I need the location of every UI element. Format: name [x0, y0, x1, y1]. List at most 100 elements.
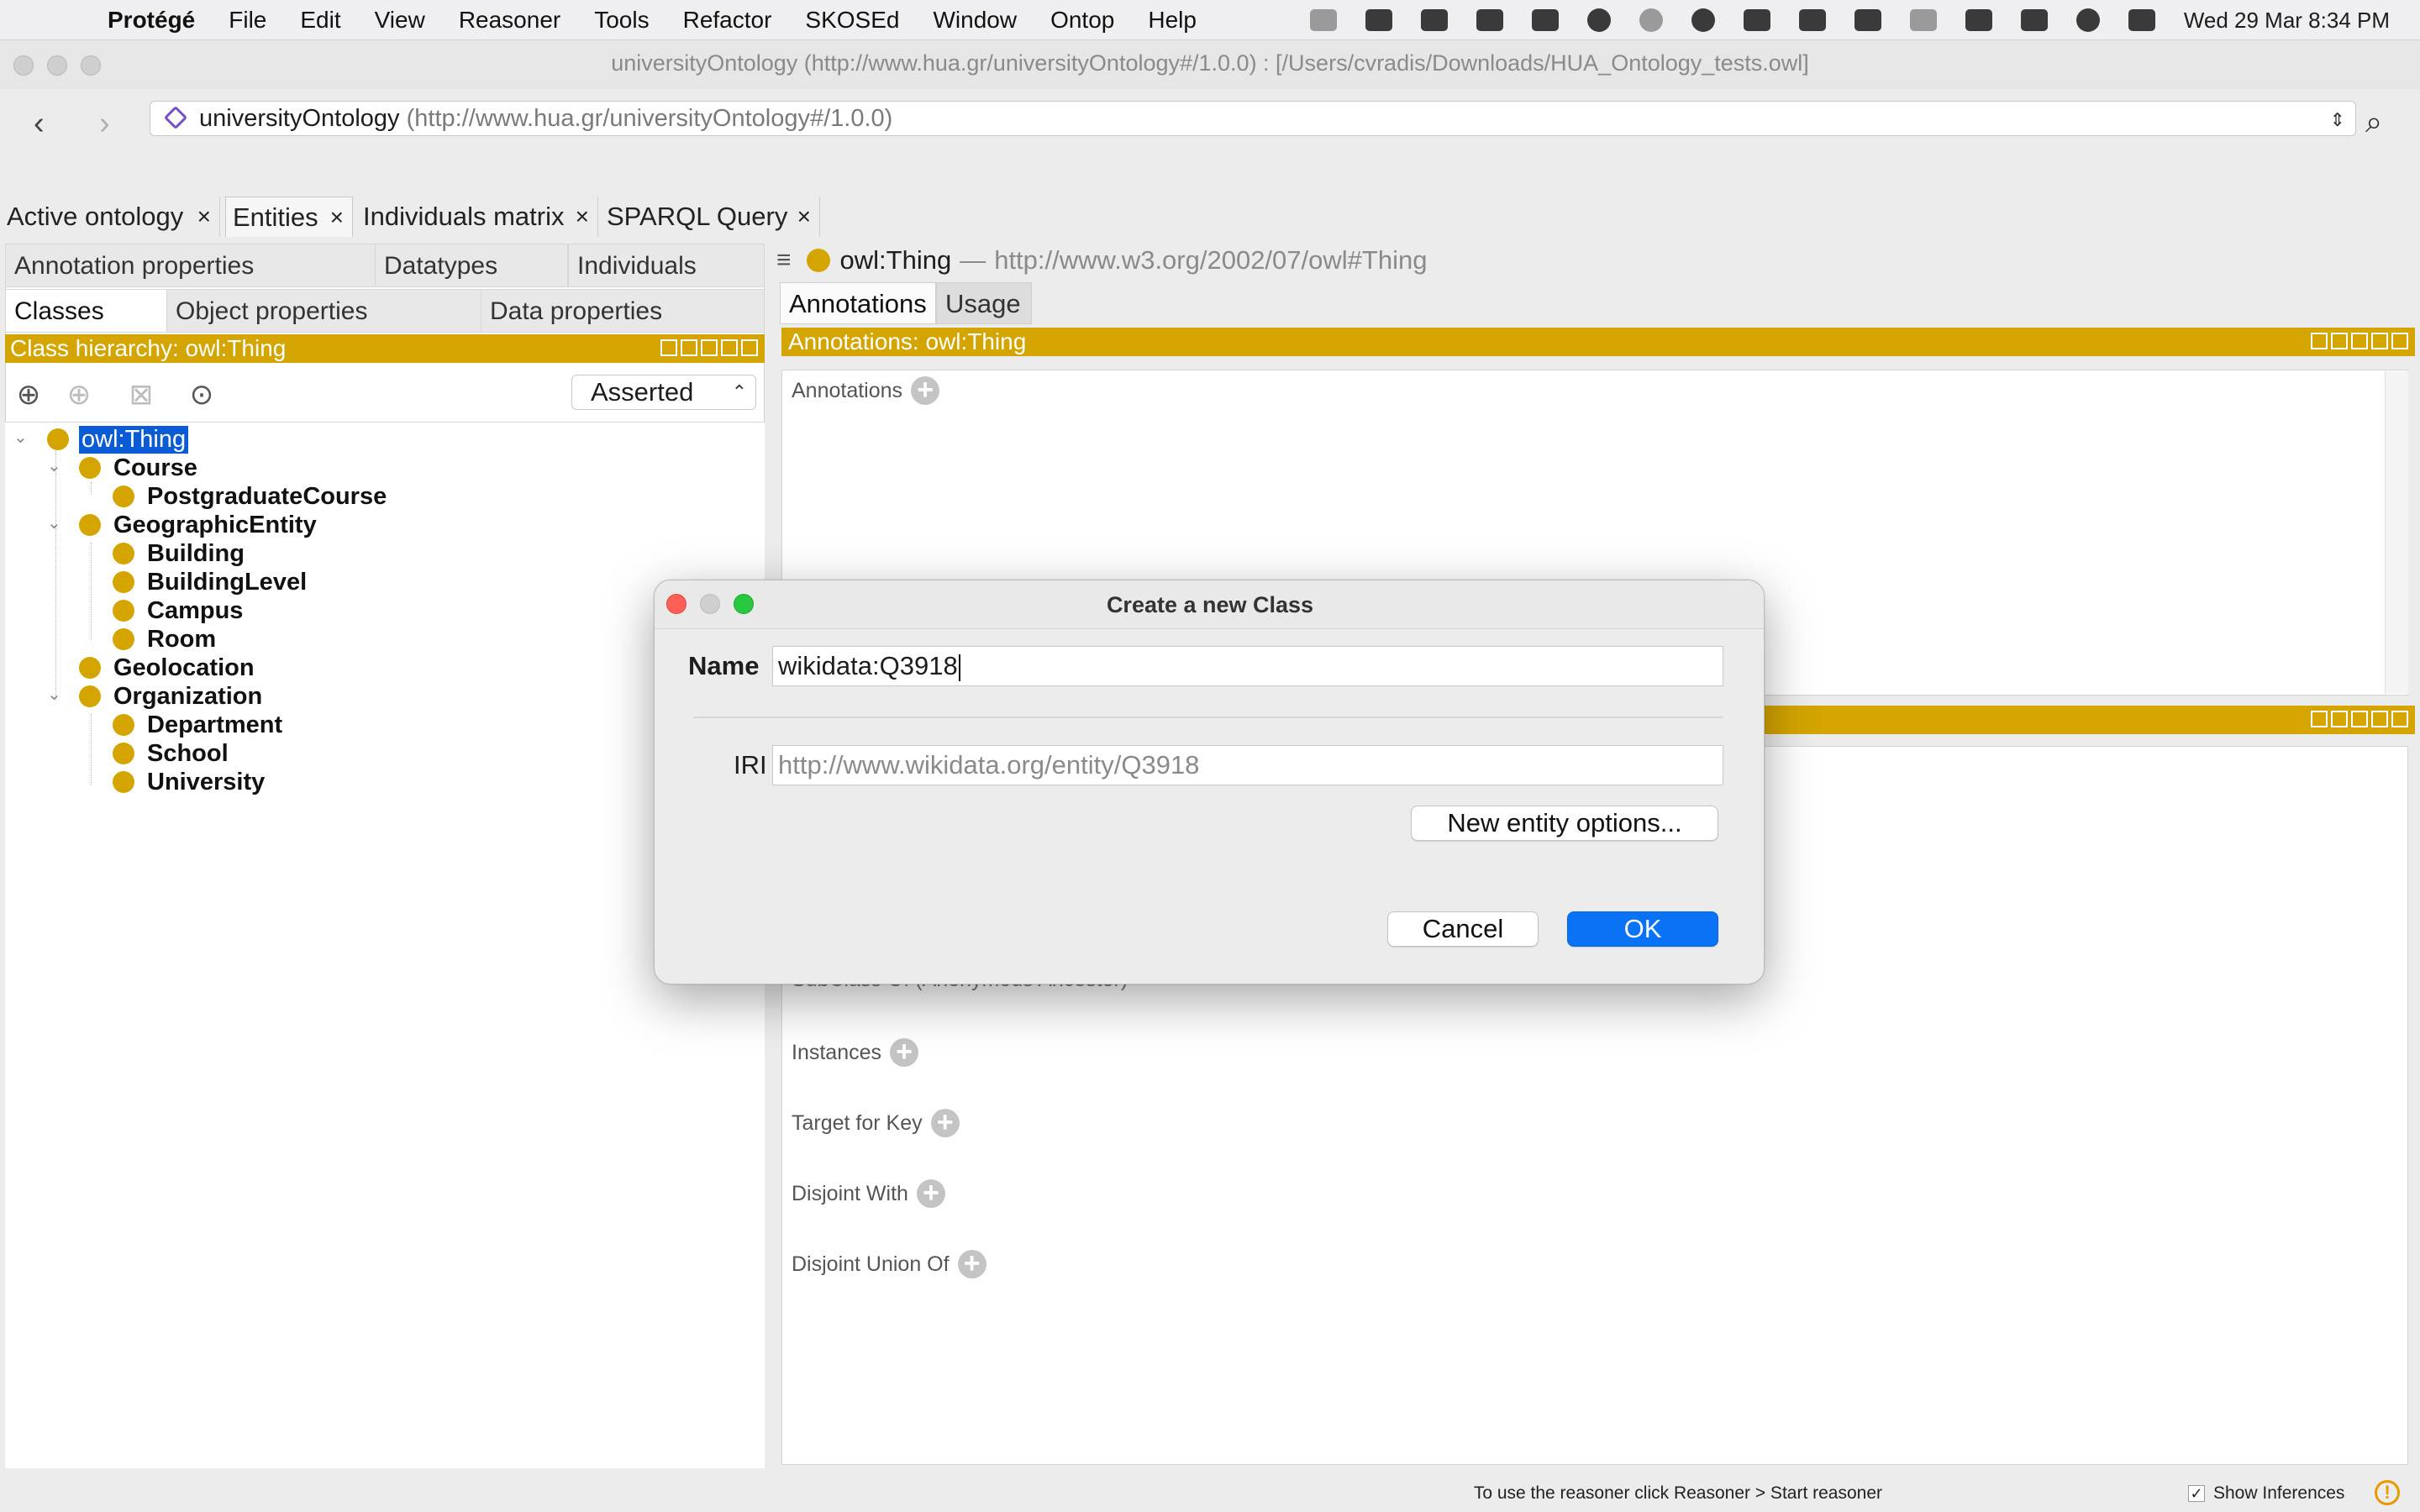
forward-arrow-icon[interactable]: ›	[99, 106, 110, 142]
moon-icon[interactable]	[1691, 8, 1715, 32]
tab-individuals-matrix[interactable]: Individuals matrix ×	[356, 197, 598, 237]
annotations-scrollbar[interactable]	[2385, 371, 2408, 694]
tree-node-course[interactable]: Course	[79, 454, 200, 482]
input-source-icon[interactable]	[1854, 9, 1881, 31]
close-icon[interactable]: ×	[330, 197, 344, 238]
warning-icon[interactable]: !	[2375, 1480, 2400, 1505]
split-icon[interactable]	[2331, 333, 2348, 349]
spotlight-icon[interactable]	[2075, 8, 2100, 32]
chevron-down-icon[interactable]: ⌄	[47, 684, 61, 705]
minimize-icon[interactable]	[2351, 333, 2368, 349]
menu-file[interactable]: File	[212, 7, 283, 34]
tree-node-room[interactable]: Room	[113, 625, 218, 654]
tab-annotations[interactable]: Annotations	[780, 282, 936, 324]
class-iri-field[interactable]: http://www.wikidata.org/entity/Q3918	[772, 745, 1723, 785]
layout-icon[interactable]	[1420, 9, 1448, 31]
accessibility-icon[interactable]	[1586, 8, 1611, 32]
bluetooth-icon[interactable]	[1798, 9, 1826, 31]
help-icon[interactable]	[2311, 333, 2328, 349]
headphones-icon[interactable]	[1476, 9, 1503, 31]
checkbox[interactable]: ✓	[2188, 1485, 2205, 1502]
tab-annotation-properties[interactable]: Annotation properties	[5, 244, 378, 287]
menu-help[interactable]: Help	[1131, 7, 1213, 34]
tree-node-school[interactable]: School	[113, 739, 231, 768]
tree-node-postgraduatecourse[interactable]: PostgraduateCourse	[113, 482, 389, 511]
split-icon[interactable]	[2331, 711, 2348, 727]
close-icon[interactable]: ×	[797, 197, 811, 237]
ontology-selector[interactable]: universityOntology (http://www.hua.gr/un…	[150, 101, 2356, 136]
help-icon[interactable]	[660, 339, 677, 356]
control-center-icon[interactable]	[2128, 9, 2155, 31]
minimize-icon[interactable]	[701, 339, 718, 356]
ok-button[interactable]: OK	[1567, 911, 1718, 947]
close-view-icon[interactable]	[741, 339, 758, 356]
tab-classes[interactable]: Classes	[5, 289, 168, 333]
maximize-icon[interactable]	[2371, 711, 2388, 727]
help-icon[interactable]	[2311, 711, 2328, 727]
tab-active-ontology[interactable]: Active ontology ×	[0, 197, 220, 237]
tree-node-building[interactable]: Building	[113, 539, 247, 568]
battery-icon[interactable]	[1965, 9, 1992, 31]
chevron-down-icon[interactable]: ⌄	[47, 455, 61, 476]
tree-node-department[interactable]: Department	[113, 711, 285, 739]
close-icon[interactable]: ×	[197, 197, 211, 237]
wifi-icon[interactable]	[2020, 9, 2048, 31]
maximize-icon[interactable]	[721, 339, 738, 356]
close-view-icon[interactable]	[2391, 711, 2408, 727]
tab-entities[interactable]: Entities ×	[225, 197, 353, 237]
maximize-icon[interactable]	[2371, 333, 2388, 349]
hamburger-menu-icon[interactable]: ≡	[776, 246, 792, 275]
back-arrow-icon[interactable]: ‹	[34, 106, 45, 142]
add-instance-button[interactable]: +	[890, 1037, 919, 1067]
tree-node-university[interactable]: University	[113, 768, 267, 796]
menu-tools[interactable]: Tools	[577, 7, 666, 34]
hierarchy-mode-select[interactable]: Asserted ⌃⌄	[571, 375, 756, 436]
menu-window[interactable]: Window	[916, 7, 1034, 34]
split-icon[interactable]	[681, 339, 697, 356]
tab-object-properties[interactable]: Object properties	[166, 289, 482, 333]
tree-node-buildinglevel[interactable]: BuildingLevel	[113, 568, 309, 596]
clock[interactable]: Wed 29 Mar 8:34 PM	[2184, 8, 2390, 34]
tab-individuals[interactable]: Individuals	[568, 244, 765, 287]
close-icon[interactable]: ×	[576, 197, 589, 237]
airdrop-icon[interactable]	[1639, 8, 1663, 32]
add-annotation-button[interactable]: +	[911, 375, 940, 405]
show-inferences-toggle[interactable]: ✓ Show Inferences	[2188, 1483, 2344, 1504]
elephant-icon[interactable]	[1531, 9, 1559, 31]
brightness-icon[interactable]	[1909, 9, 1937, 31]
menu-reasoner[interactable]: Reasoner	[442, 7, 577, 34]
delete-class-icon[interactable]: ⊠	[126, 380, 156, 410]
minimize-icon[interactable]	[2351, 711, 2368, 727]
tree-node-geographicentity[interactable]: GeographicEntity	[79, 511, 319, 539]
tree-node-organization[interactable]: Organization	[79, 682, 265, 711]
add-sibling-class-icon[interactable]: ⊕	[64, 380, 94, 410]
menu-edit[interactable]: Edit	[283, 7, 357, 34]
tree-node-owl-thing[interactable]: owl:Thing	[47, 425, 189, 454]
menu-skosed[interactable]: SKOSEd	[788, 7, 916, 34]
tab-sparql-query[interactable]: SPARQL Query ×	[600, 197, 820, 237]
app-menu[interactable]: Protégé	[91, 7, 212, 34]
add-target-for-key-button[interactable]: +	[930, 1108, 960, 1137]
class-name-input[interactable]: wikidata:Q3918	[772, 646, 1723, 686]
volume-icon[interactable]	[1743, 9, 1770, 31]
app-status-icon[interactable]	[1365, 9, 1392, 31]
add-subclass-icon[interactable]: ⊕	[13, 380, 44, 410]
new-entity-options-button[interactable]: New entity options...	[1411, 806, 1718, 841]
tab-usage[interactable]: Usage	[936, 282, 1032, 324]
close-view-icon[interactable]	[2391, 333, 2408, 349]
cancel-button[interactable]: Cancel	[1387, 911, 1539, 947]
cloud-icon[interactable]	[1309, 9, 1337, 31]
search-icon[interactable]: ⌕	[2365, 104, 2382, 140]
chevron-down-icon[interactable]: ⌄	[13, 427, 28, 448]
menu-view[interactable]: View	[358, 7, 442, 34]
menu-refactor[interactable]: Refactor	[666, 7, 789, 34]
crosshair-icon[interactable]: ⊙	[187, 380, 217, 410]
tree-node-campus[interactable]: Campus	[113, 596, 245, 625]
chevron-down-icon[interactable]: ⌄	[47, 512, 61, 533]
tab-datatypes[interactable]: Datatypes	[375, 244, 568, 287]
tree-node-geolocation[interactable]: Geolocation	[79, 654, 257, 682]
add-disjoint-with-button[interactable]: +	[916, 1179, 945, 1208]
add-disjoint-union-button[interactable]: +	[957, 1249, 986, 1278]
tab-data-properties[interactable]: Data properties	[481, 289, 765, 333]
menu-ontop[interactable]: Ontop	[1034, 7, 1131, 34]
